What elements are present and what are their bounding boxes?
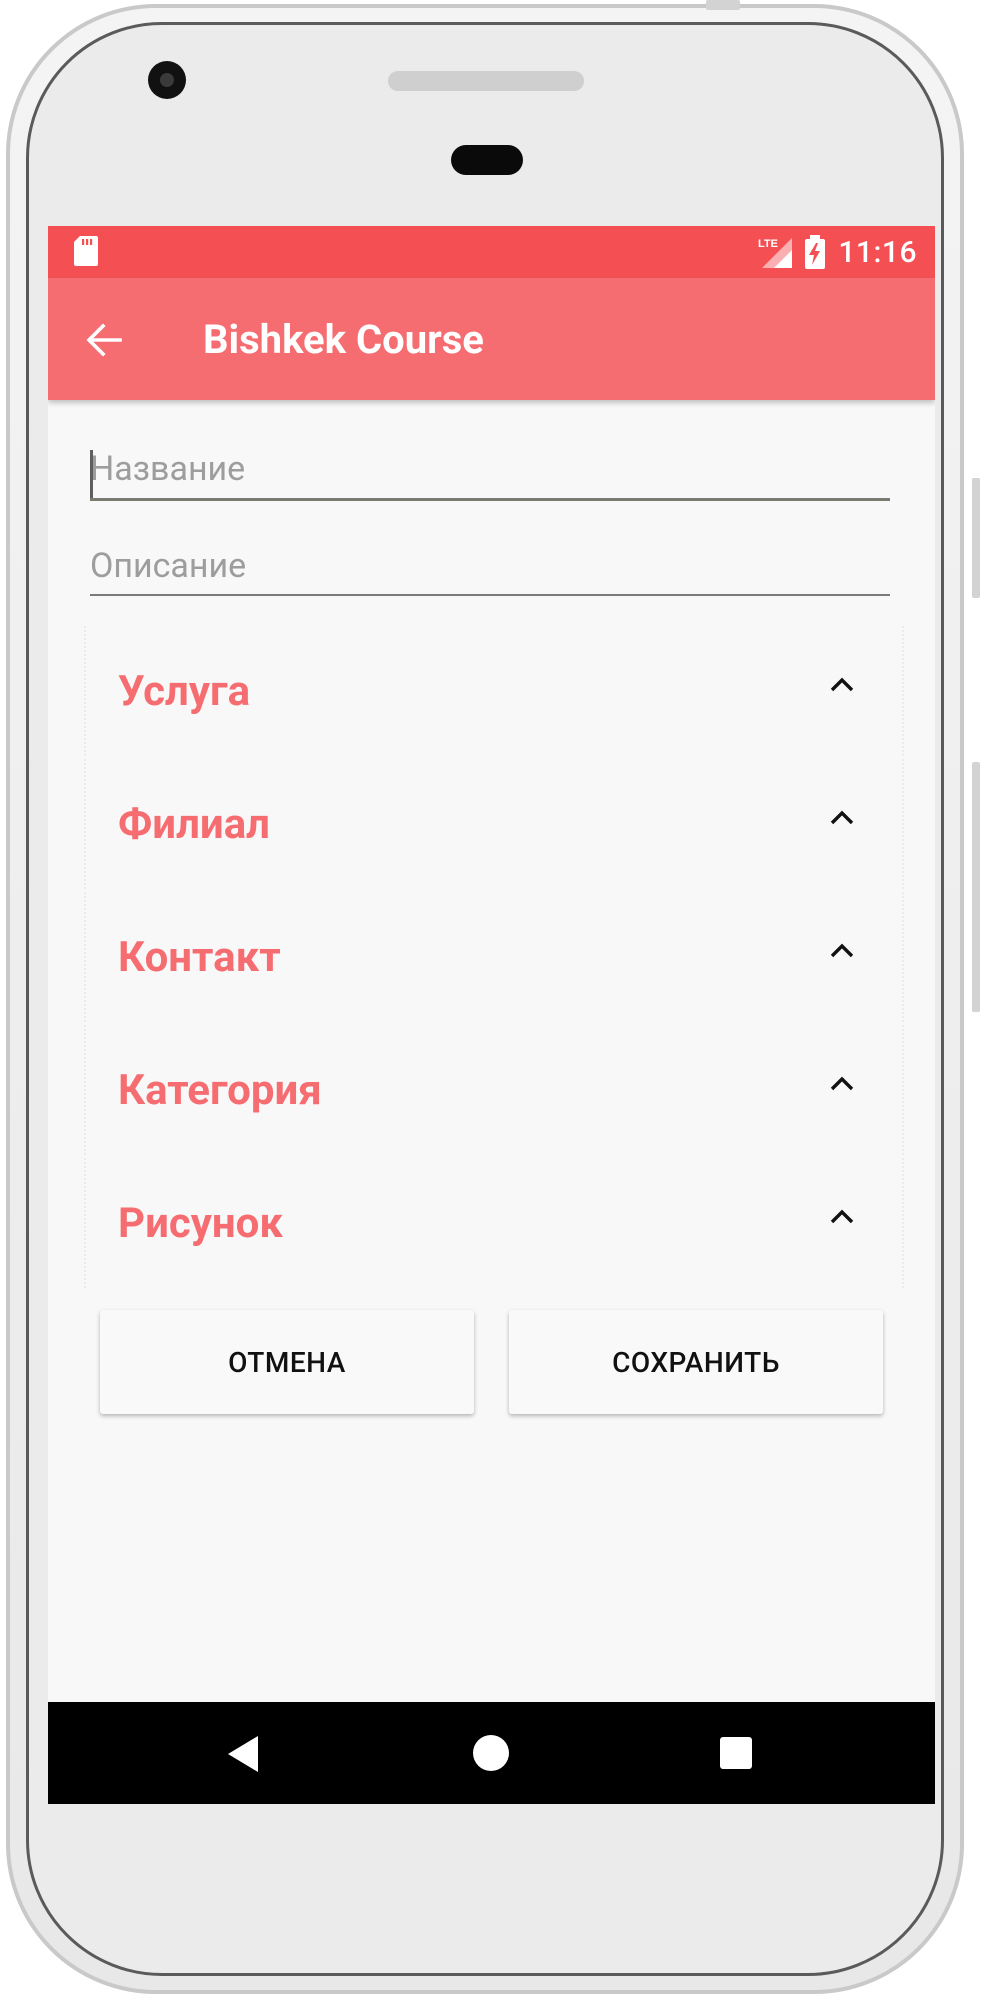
sd-card-icon bbox=[74, 236, 98, 266]
section-category[interactable]: Категория bbox=[84, 1025, 904, 1155]
chevron-up-icon[interactable] bbox=[828, 936, 856, 964]
section-label: Филиал bbox=[118, 800, 271, 849]
status-bar: LTE 11:16 bbox=[48, 226, 935, 278]
name-field[interactable] bbox=[90, 446, 890, 501]
section-label: Категория bbox=[118, 1066, 322, 1115]
cancel-button[interactable]: ОТМЕНА bbox=[100, 1310, 474, 1414]
lte-label: LTE bbox=[758, 238, 778, 250]
description-field[interactable] bbox=[90, 544, 890, 596]
section-picture[interactable]: Рисунок bbox=[84, 1158, 904, 1288]
status-time: 11:16 bbox=[838, 234, 917, 270]
section-contact[interactable]: Контакт bbox=[84, 892, 904, 1022]
name-input[interactable] bbox=[90, 446, 890, 498]
text-cursor bbox=[90, 450, 93, 498]
save-button[interactable]: СОХРАНИТЬ bbox=[509, 1310, 883, 1414]
power-button bbox=[972, 478, 980, 598]
section-label: Рисунок bbox=[118, 1199, 283, 1248]
nav-back-icon[interactable] bbox=[228, 1736, 260, 1772]
description-input[interactable] bbox=[90, 544, 890, 594]
top-button bbox=[706, 0, 740, 10]
battery-charging-icon bbox=[805, 235, 826, 269]
section-service[interactable]: Услуга bbox=[84, 626, 904, 756]
description-underline bbox=[90, 594, 890, 596]
name-underline bbox=[90, 498, 890, 501]
signal-icon: LTE bbox=[758, 238, 793, 268]
proximity-sensor bbox=[451, 145, 523, 175]
section-label: Контакт bbox=[118, 933, 281, 982]
section-branch[interactable]: Филиал bbox=[84, 759, 904, 889]
nav-home-icon[interactable] bbox=[473, 1735, 509, 1771]
nav-recents-icon[interactable] bbox=[720, 1737, 752, 1769]
chevron-up-icon[interactable] bbox=[828, 1202, 856, 1230]
page-title: Bishkek Course bbox=[203, 316, 484, 363]
arrow-back-icon[interactable] bbox=[86, 322, 122, 358]
status-icons: LTE 11:16 bbox=[758, 234, 917, 270]
volume-button bbox=[972, 762, 980, 1012]
chevron-up-icon[interactable] bbox=[828, 670, 856, 698]
app-bar: Bishkek Course bbox=[48, 278, 935, 400]
earpiece-speaker bbox=[388, 71, 584, 91]
front-camera bbox=[148, 61, 186, 99]
section-label: Услуга bbox=[118, 667, 251, 716]
screen: LTE 11:16 Bishkek Course Услуга bbox=[48, 226, 935, 1804]
navigation-bar bbox=[48, 1702, 935, 1804]
chevron-up-icon[interactable] bbox=[828, 803, 856, 831]
chevron-up-icon[interactable] bbox=[828, 1069, 856, 1097]
